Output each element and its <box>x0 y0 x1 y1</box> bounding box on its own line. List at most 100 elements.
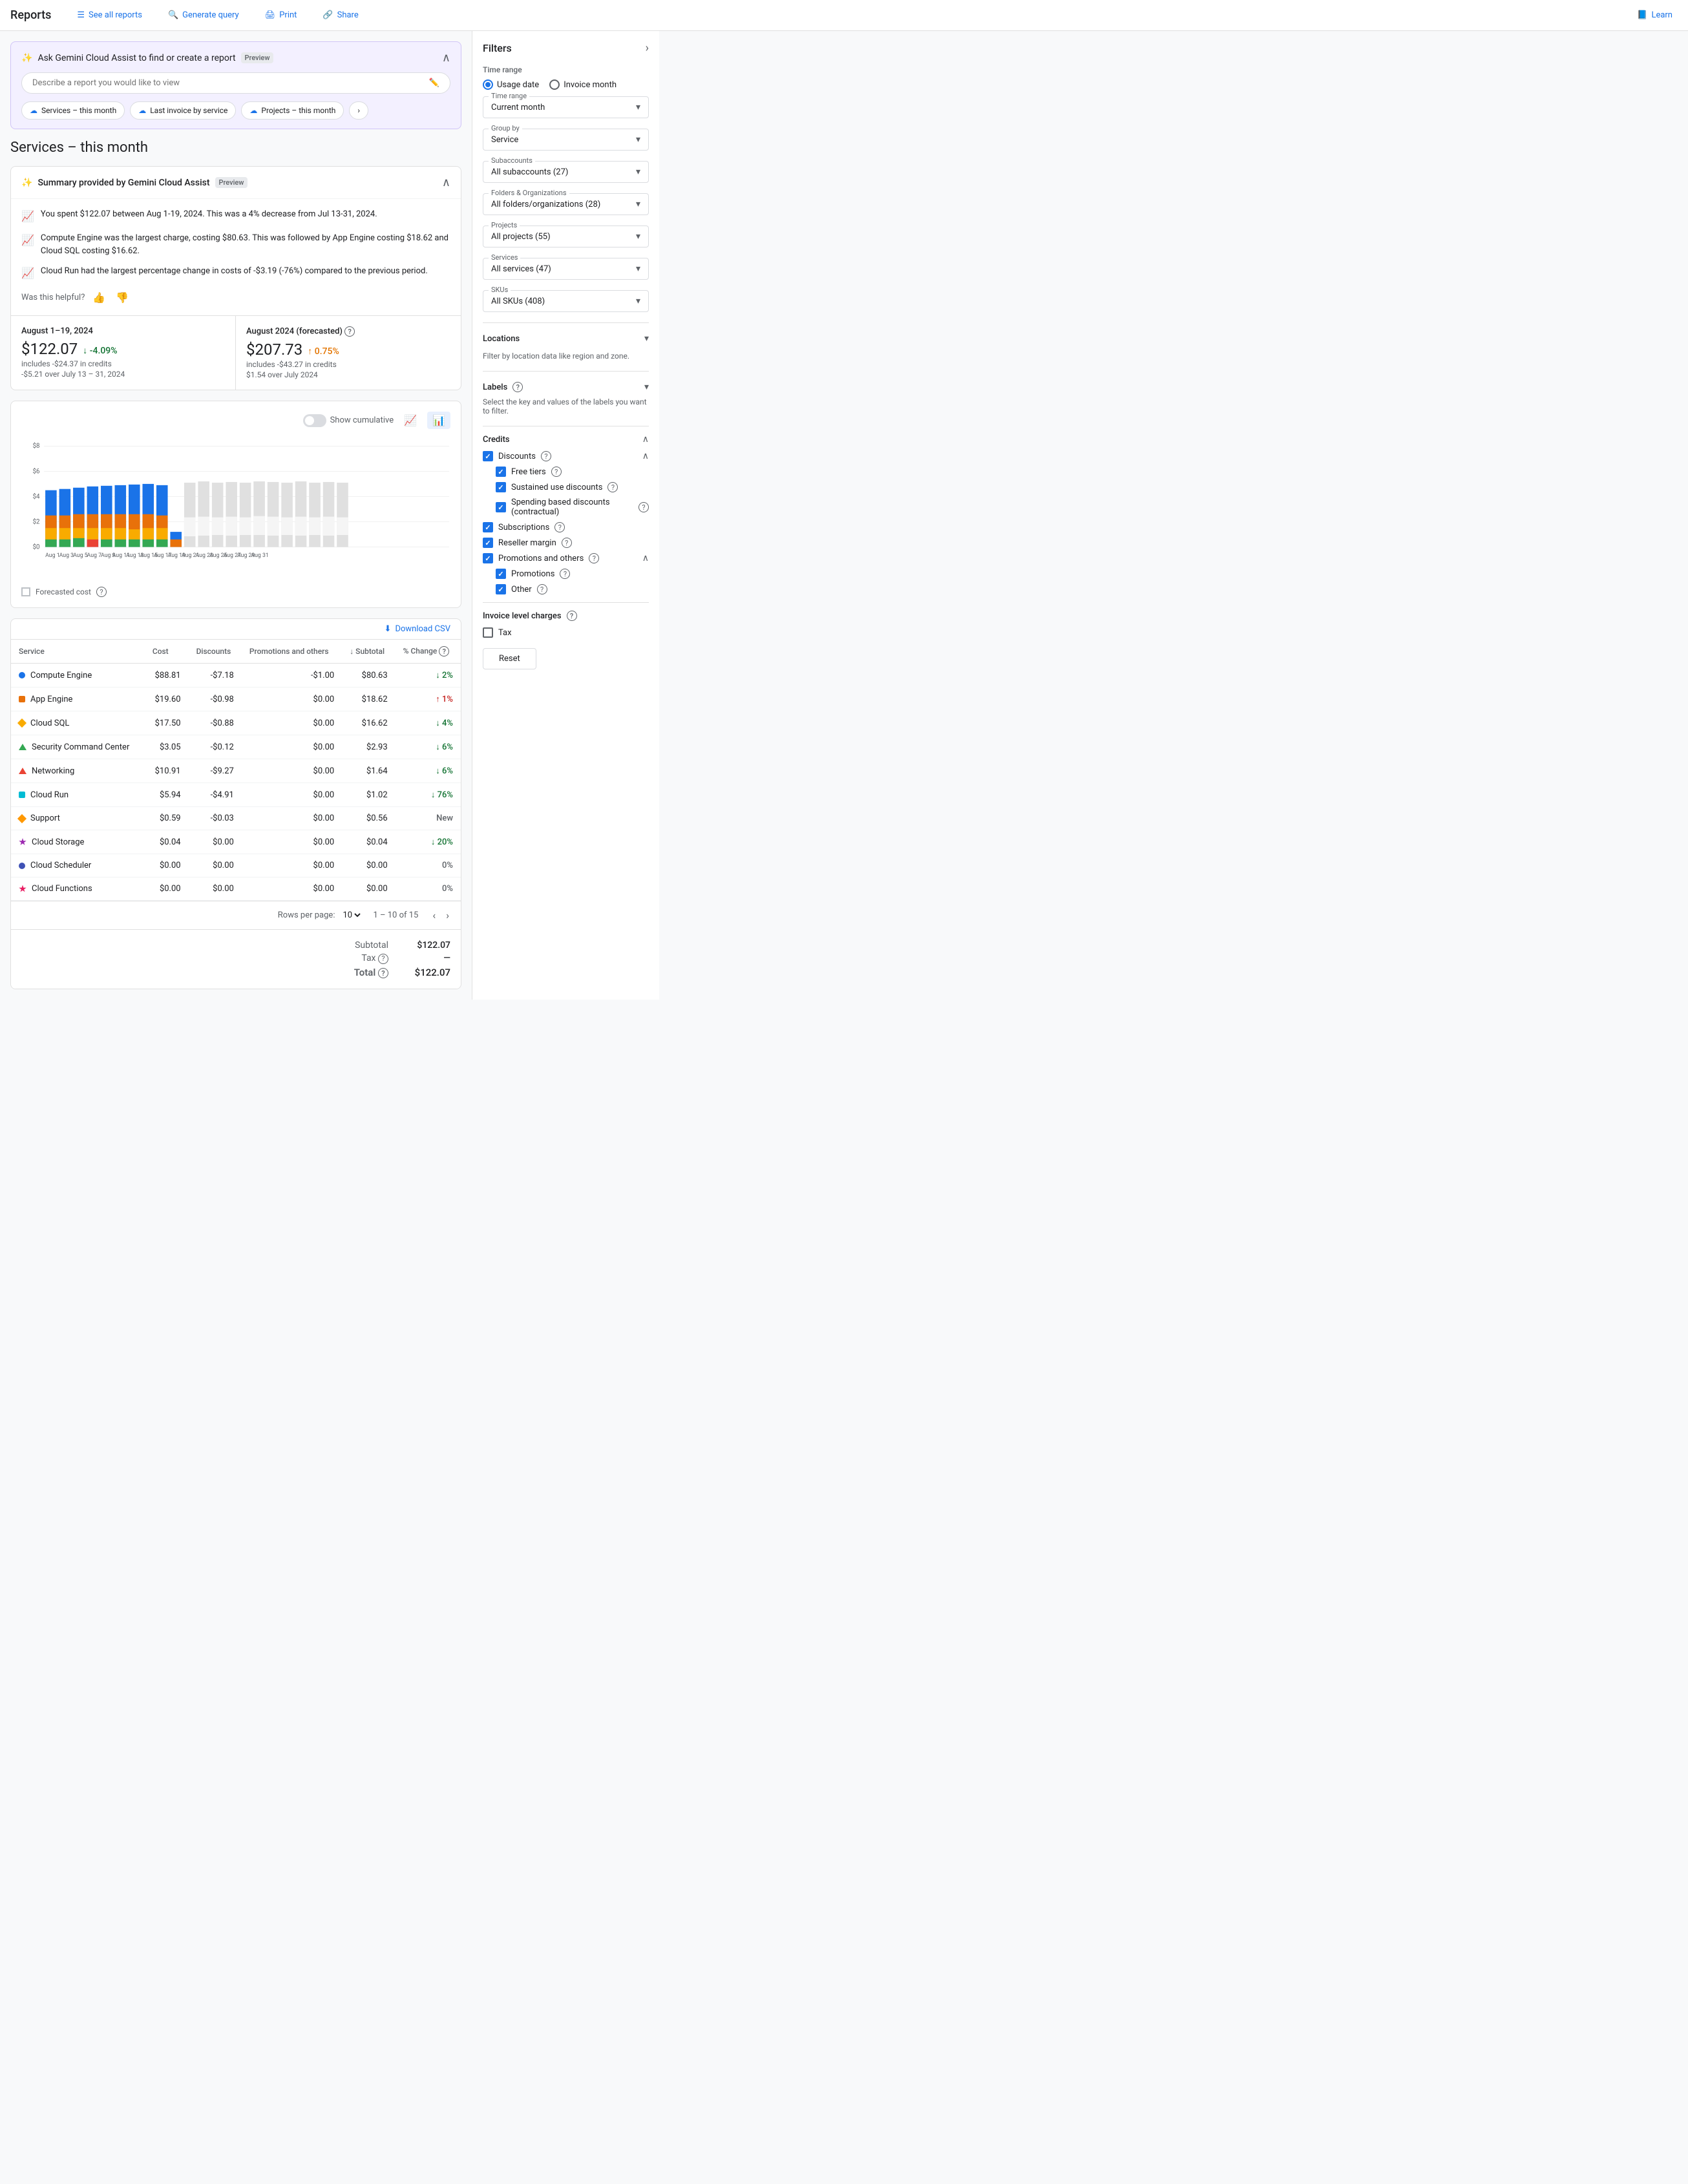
cb-other[interactable]: Other ? <box>496 584 649 594</box>
invoice-level-help-icon[interactable]: ? <box>567 611 577 621</box>
labels-help-icon[interactable]: ? <box>512 382 523 392</box>
current-month-dropdown[interactable]: Time range Current month ▾ <box>483 96 649 118</box>
invoice-level-row[interactable]: Invoice level charges ? <box>483 611 649 621</box>
divider-2 <box>483 371 649 372</box>
forecast-legend-help-icon[interactable]: ? <box>96 587 107 597</box>
tax-checkbox-row[interactable]: Tax <box>483 627 649 638</box>
service-name: Networking <box>11 759 145 783</box>
cb-subscriptions[interactable]: Subscriptions ? <box>483 522 649 532</box>
change-help-icon[interactable]: ? <box>439 646 449 656</box>
folders-dropdown[interactable]: Folders & Organizations All folders/orga… <box>483 193 649 215</box>
checkbox-promotions <box>496 569 506 579</box>
tax-help-icon[interactable]: ? <box>378 954 388 964</box>
thumbs-down-btn[interactable]: 👎 <box>113 289 131 306</box>
discounts-help-icon[interactable]: ? <box>541 451 551 461</box>
services-dropdown[interactable]: Services All services (47) ▾ <box>483 258 649 280</box>
filter-locations: Locations ▾ Filter by location data like… <box>483 331 649 361</box>
sustained-help-icon[interactable]: ? <box>607 482 618 492</box>
gemini-collapse-btn[interactable]: ∧ <box>442 51 450 65</box>
cb-sustained[interactable]: Sustained use discounts ? <box>496 482 649 492</box>
nav-print[interactable]: 🖨 Print <box>260 8 302 23</box>
cb-discounts[interactable]: Discounts ? ∧ <box>483 451 649 461</box>
svg-text:$4: $4 <box>33 493 40 500</box>
trend-icon-2: 📈 <box>21 233 34 248</box>
nav-see-all-reports[interactable]: ☰ See all reports <box>72 8 147 23</box>
service-promotions: $0.00 <box>242 711 342 735</box>
subscriptions-help-icon[interactable]: ? <box>554 522 565 532</box>
free-tiers-help-icon[interactable]: ? <box>551 467 562 477</box>
next-page-btn[interactable]: › <box>442 908 453 923</box>
chip-last-invoice[interactable]: ☁ Last invoice by service <box>130 101 236 120</box>
forecast-help-icon[interactable]: ? <box>344 326 355 337</box>
service-cost: $0.00 <box>145 854 189 877</box>
service-dot <box>19 672 25 678</box>
cb-spending[interactable]: Spending based discounts (contractual) ? <box>496 498 649 517</box>
prev-page-btn[interactable]: ‹ <box>428 908 439 923</box>
service-subtotal: $1.02 <box>342 783 395 807</box>
service-change: ↓ 20% <box>396 830 461 854</box>
labels-row[interactable]: Labels ? ▾ <box>483 379 649 395</box>
reseller-help-icon[interactable]: ? <box>562 538 572 548</box>
radio-invoice-month[interactable]: Invoice month <box>549 79 617 90</box>
table-row: App Engine $19.60 -$0.98 $0.00 $18.62 ↑ … <box>11 688 461 711</box>
summary-content: 📈 You spent $122.07 between Aug 1-19, 20… <box>11 199 461 315</box>
checkbox-sustained <box>496 482 506 492</box>
spending-help-icon[interactable]: ? <box>638 502 649 512</box>
app-title: Reports <box>10 8 51 22</box>
radio-usage-date[interactable]: Usage date <box>483 79 539 90</box>
service-discounts: $0.00 <box>189 877 242 901</box>
credits-title[interactable]: Credits ∧ <box>483 434 649 445</box>
group-by-dropdown[interactable]: Group by Service ▾ <box>483 129 649 151</box>
chip-projects[interactable]: ☁ Projects – this month <box>241 101 344 120</box>
service-promotions: $0.00 <box>242 688 342 711</box>
cb-free-tiers[interactable]: Free tiers ? <box>496 467 649 477</box>
projects-chevron-icon: ▾ <box>636 231 640 242</box>
rows-per-page: Rows per page: 10 25 50 <box>278 910 363 921</box>
search-icon: 🔍 <box>168 10 178 20</box>
service-cost: $0.04 <box>145 830 189 854</box>
subtotal-row: Subtotal $122.07 <box>355 940 450 950</box>
chip-services[interactable]: ☁ Services – this month <box>21 101 125 120</box>
toggle-switch[interactable] <box>303 414 326 427</box>
gemini-search-input[interactable] <box>32 78 429 88</box>
total-help-icon[interactable]: ? <box>378 968 388 978</box>
service-dot <box>19 885 26 893</box>
col-discounts: Discounts <box>189 640 242 664</box>
subaccounts-chevron-icon: ▾ <box>636 167 640 177</box>
show-cumulative-toggle[interactable]: Show cumulative <box>303 414 394 427</box>
service-subtotal: $0.00 <box>342 854 395 877</box>
cb-reseller[interactable]: Reseller margin ? <box>483 538 649 548</box>
cb-promotions-others[interactable]: Promotions and others ? ∧ <box>483 553 649 563</box>
other-help-icon[interactable]: ? <box>537 584 547 594</box>
col-subtotal[interactable]: ↓ Subtotal <box>342 640 395 664</box>
promotions-help-icon[interactable]: ? <box>560 569 570 579</box>
service-name: Cloud Run <box>11 783 145 807</box>
table-row: Compute Engine $88.81 -$7.18 -$1.00 $80.… <box>11 664 461 688</box>
rows-per-page-select[interactable]: 10 25 50 <box>340 910 363 921</box>
nav-generate-query[interactable]: 🔍 Generate query <box>163 8 244 23</box>
sidebar-collapse-btn[interactable]: › <box>646 41 649 55</box>
locations-row[interactable]: Locations ▾ <box>483 331 649 346</box>
reset-button[interactable]: Reset <box>483 648 536 669</box>
skus-chevron-icon: ▾ <box>636 296 640 306</box>
nav-learn[interactable]: 📘 Learn <box>1632 8 1678 23</box>
group-by-chevron-icon: ▾ <box>636 134 640 145</box>
nav-share[interactable]: 🔗 Share <box>317 8 363 23</box>
projects-dropdown[interactable]: Projects All projects (55) ▾ <box>483 226 649 247</box>
line-chart-btn[interactable]: 📈 <box>399 412 422 429</box>
checkbox-spending <box>496 502 506 512</box>
service-dot <box>19 768 26 774</box>
download-csv-btn[interactable]: ⬇ Download CSV <box>385 624 450 634</box>
subaccounts-dropdown[interactable]: Subaccounts All subaccounts (27) ▾ <box>483 161 649 183</box>
col-promotions: Promotions and others <box>242 640 342 664</box>
promotions-others-help-icon[interactable]: ? <box>589 553 599 563</box>
svg-text:$8: $8 <box>33 443 40 450</box>
skus-dropdown[interactable]: SKUs All SKUs (408) ▾ <box>483 290 649 312</box>
chip-more[interactable]: › <box>349 101 368 120</box>
summary-collapse-btn[interactable]: ∧ <box>442 176 450 189</box>
cb-promotions[interactable]: Promotions ? <box>496 569 649 579</box>
service-cost: $0.59 <box>145 807 189 830</box>
bar-chart-btn[interactable]: 📊 <box>427 412 450 429</box>
download-icon: ⬇ <box>385 624 392 634</box>
thumbs-up-btn[interactable]: 👍 <box>90 289 108 306</box>
